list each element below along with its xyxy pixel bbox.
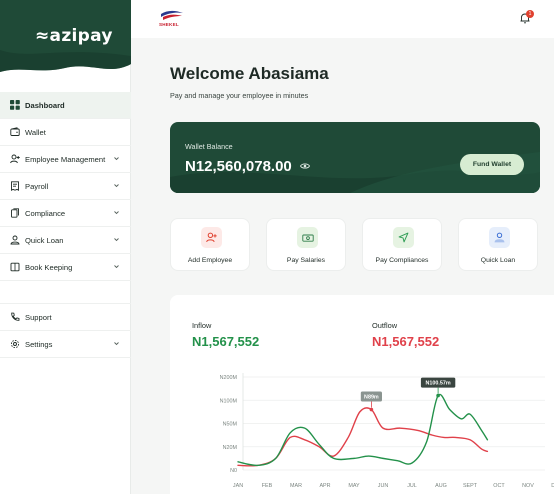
y-tick-label: N0 [230,468,237,474]
eye-icon[interactable] [300,162,310,170]
fund-wallet-button[interactable]: Fund Wallet [460,154,524,175]
cashflow-chart-card: Inflow N1,567,552 Outflow N1,567,552 N0 N… [170,295,554,494]
x-tick-label: JUN [378,483,389,489]
annotation-point [436,393,440,398]
sidebar-item-label: Payroll [25,181,49,191]
action-label: Pay Compliances [375,257,429,264]
sidebar-item-wallet[interactable]: Wallet [0,119,131,146]
x-tick-label: SEPT [463,483,478,489]
y-tick-label: N50M [223,422,238,428]
action-label: Quick Loan [480,257,516,264]
sidebar-item-payroll[interactable]: Payroll [0,173,131,200]
loan-icon [489,227,510,248]
sidebar-item-quick-loan[interactable]: Quick Loan [0,227,131,254]
top-bar: SHEKEL 1 [131,0,554,38]
add-employee-action[interactable]: Add Employee [170,218,250,271]
y-tick-label: N100M [220,398,238,404]
x-tick-label: APR [319,483,330,489]
x-tick-label: JAN [233,483,243,489]
sidebar: ≈azipay Dashboard Wallet Employee Manage… [0,0,131,494]
x-tick-label: AUG [435,483,447,489]
x-tick-label: NOV [522,483,534,489]
sidebar-item-label: Compliance [25,208,66,218]
brand-name: SHEKEL [159,22,179,27]
chevron-down-icon [114,157,119,161]
sidebar-item-book-keeping[interactable]: Book Keeping [0,254,131,281]
annotation-label: N89m [364,395,379,401]
book-icon [10,262,20,272]
wallet-icon [10,127,20,137]
notification-badge: 1 [526,10,534,18]
y-tick-label: N200M [220,375,238,381]
sidebar-item-settings[interactable]: Settings [0,331,131,358]
y-tick-label: N20M [223,445,238,451]
x-tick-label: MAY [348,483,360,489]
sidebar-item-label: Wallet [25,127,46,137]
x-tick-label: JUL [407,483,417,489]
annotation-label: N100.57m [426,381,451,387]
quick-loan-action[interactable]: Quick Loan [458,218,538,271]
chevron-down-icon [114,265,119,269]
sidebar-item-label: Dashboard [25,100,65,110]
wallet-balance-label: Wallet Balance [185,142,233,151]
grid-icon [10,100,20,110]
annotation-point [369,407,374,412]
chevron-down-icon [114,342,119,346]
x-tick-label: FEB [262,483,273,489]
document-icon [10,208,20,218]
chevron-down-icon [114,211,119,215]
series-line-inflow [237,393,489,467]
chevron-down-icon [114,184,119,188]
receipt-icon [10,181,20,191]
page-title: Welcome Abasiama [170,64,329,83]
x-tick-label: OCT [493,483,505,489]
sidebar-item-label: Support [25,312,52,322]
user-add-icon [10,154,20,164]
pay-salaries-action[interactable]: Pay Salaries [266,218,346,271]
sidebar-item-label: Employee Management [25,154,106,164]
wallet-balance-amount: N12,560,078.00 [185,158,292,175]
action-label: Add Employee [187,257,233,264]
sidebar-item-label: Quick Loan [25,235,64,245]
page-subtitle: Pay and manage your employee in minutes [170,91,309,100]
user-add-icon [201,227,222,248]
gear-icon [10,339,20,349]
action-label: Pay Salaries [286,257,326,264]
send-icon [393,227,414,248]
pay-compliances-action[interactable]: Pay Compliances [362,218,442,271]
wallet-balance-card: Wallet Balance N12,560,078.00 Fund Walle… [170,122,540,193]
sidebar-item-label: Book Keeping [25,262,73,272]
cashflow-line-chart: N0 N20M N50M N100M N200M JAN FEB MAR APR MAY JUN JU… [220,373,554,489]
sidebar-item-dashboard[interactable]: Dashboard [0,92,131,119]
app-logo[interactable]: ≈azipay [35,26,113,46]
sidebar-divider [0,281,131,304]
sidebar-item-label: Settings [25,339,53,349]
loan-icon [10,235,20,245]
sidebar-header: ≈azipay [0,0,131,80]
sidebar-nav: Dashboard Wallet Employee Management Pay… [0,92,131,358]
cash-icon [297,227,318,248]
sidebar-item-compliance[interactable]: Compliance [0,200,131,227]
phone-icon [10,312,20,322]
sidebar-item-support[interactable]: Support [0,304,131,331]
chevron-down-icon [114,238,119,242]
sidebar-item-employee-management[interactable]: Employee Management [0,146,131,173]
x-tick-label: MAR [290,483,302,489]
